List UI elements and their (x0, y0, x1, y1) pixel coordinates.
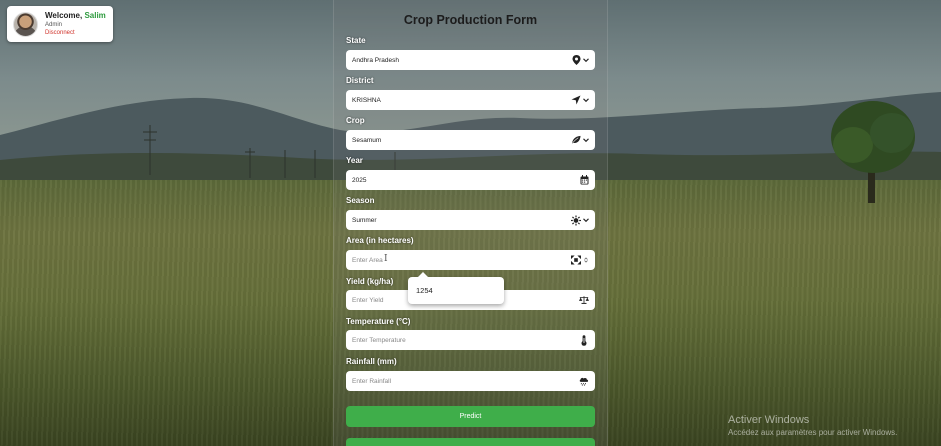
season-value: Summer (352, 216, 377, 224)
year-input[interactable]: 2025 (346, 170, 595, 190)
scale-icon (579, 295, 589, 305)
chevron-down-icon (583, 218, 589, 223)
season-label: Season (346, 196, 375, 205)
area-suggestion-dropdown[interactable]: 1254 (408, 272, 504, 304)
rainfall-label: Rainfall (mm) (346, 357, 397, 366)
spinner-arrows-icon[interactable] (583, 257, 589, 263)
avatar (13, 11, 38, 37)
year-value: 2025 (352, 176, 367, 184)
user-role: Admin (45, 22, 63, 28)
disconnect-link[interactable]: Disconnect (45, 30, 106, 36)
chevron-down-icon (583, 138, 589, 143)
map-pin-icon (571, 55, 581, 65)
user-name: Salim (84, 11, 106, 20)
thermometer-icon (579, 334, 589, 346)
chevron-down-icon (583, 58, 589, 63)
location-arrow-icon (571, 95, 581, 105)
form-title: Crop Production Form (403, 13, 538, 27)
district-value: KRISHNA (352, 96, 381, 104)
rain-cloud-icon (579, 376, 589, 386)
district-select[interactable]: KRISHNA (346, 90, 595, 110)
text-cursor-icon: I (384, 254, 388, 264)
crop-select[interactable]: Sesamum (346, 130, 595, 150)
watermark-title: Activer Windows (728, 414, 810, 426)
year-label: Year (346, 156, 363, 165)
secondary-button[interactable] (346, 438, 595, 446)
tree (831, 101, 915, 203)
state-select[interactable]: Andhra Pradesh (346, 50, 595, 70)
yield-label: Yield (kg/ha) (346, 277, 394, 286)
district-label: District (346, 76, 374, 85)
crop-label: Crop (346, 116, 365, 125)
rainfall-input[interactable]: Enter Rainfall (346, 371, 595, 391)
temperature-placeholder: Enter Temperature (352, 336, 406, 344)
state-value: Andhra Pradesh (352, 56, 399, 64)
welcome-text: Welcome, Salim (45, 12, 106, 20)
rainfall-placeholder: Enter Rainfall (352, 377, 392, 385)
watermark-subtitle: Accédez aux paramètres pour activer Wind… (728, 427, 898, 437)
leaf-icon (571, 135, 581, 145)
sun-icon (571, 215, 581, 225)
predict-button[interactable]: Predict (346, 406, 595, 427)
area-expand-icon (571, 255, 581, 265)
user-card: Welcome, Salim Admin Disconnect (7, 6, 113, 42)
season-select[interactable]: Summer (346, 210, 595, 230)
crop-value: Sesamum (352, 136, 382, 144)
welcome-prefix: Welcome, (45, 11, 83, 20)
temperature-label: Temperature (°C) (346, 317, 411, 326)
area-label: Area (in hectares) (346, 236, 414, 245)
calendar-icon[interactable] (579, 175, 589, 185)
area-suggestion-item[interactable]: 1254 (416, 286, 433, 295)
chevron-down-icon (583, 98, 589, 103)
temperature-input[interactable]: Enter Temperature (346, 330, 595, 350)
state-label: State (346, 36, 366, 45)
windows-activation-watermark: Activer Windows Accédez aux paramètres p… (728, 414, 897, 438)
